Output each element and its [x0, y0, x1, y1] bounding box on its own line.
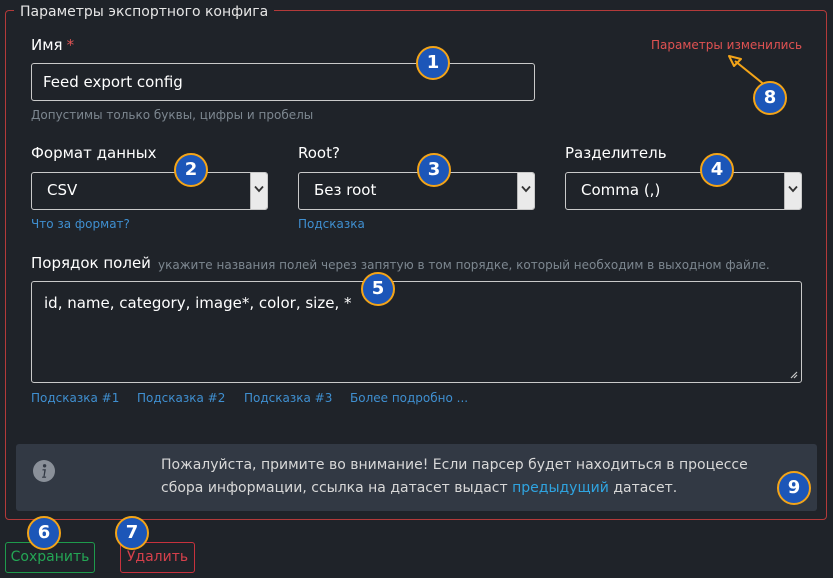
name-label-text: Имя	[31, 36, 63, 54]
required-mark: *	[66, 36, 75, 54]
badge-5: 5	[361, 272, 395, 306]
previous-dataset-link[interactable]: предыдущий	[512, 480, 609, 496]
chevron-down-icon	[254, 185, 264, 193]
fields-order-hint: укажите названия полей через запятую в т…	[158, 258, 770, 272]
export-config-page: Параметры экспортного конфига Параметры …	[0, 0, 833, 578]
format-select[interactable]: CSV	[31, 172, 268, 210]
fields-order-value: id, name, category, image*, color, size,…	[44, 294, 352, 312]
badge-2: 2	[174, 153, 208, 187]
root-selected: Без root	[314, 181, 377, 199]
notice-message: Пожалуйста, примите во внимание! Если па…	[161, 454, 791, 500]
info-notice: Пожалуйста, примите во внимание! Если па…	[16, 444, 817, 511]
badge-9: 9	[777, 471, 811, 505]
name-input[interactable]: Feed export config	[31, 63, 535, 101]
badge-7: 7	[115, 516, 149, 550]
hint-link-3[interactable]: Подсказка #3	[244, 391, 332, 405]
chevron-down-icon	[788, 185, 798, 193]
resize-grip-icon[interactable]	[789, 370, 798, 379]
fieldset-legend: Параметры экспортного конфига	[14, 3, 275, 21]
separator-selected: Comma (,)	[581, 181, 661, 199]
changed-notice: Параметры изменились	[651, 38, 803, 52]
name-help: Допустимы только буквы, цифры и пробелы	[31, 108, 314, 122]
info-icon	[33, 460, 55, 482]
hint-link-2[interactable]: Подсказка #2	[137, 391, 225, 405]
fields-order-label: Порядок полей	[31, 254, 151, 272]
chevron-down-icon	[521, 185, 531, 193]
notice-text-after: датасет.	[613, 480, 678, 496]
badge-8: 8	[753, 81, 787, 115]
badge-3: 3	[417, 153, 451, 187]
root-select[interactable]: Без root	[298, 172, 535, 210]
root-label: Root?	[298, 144, 340, 162]
hint-link-1[interactable]: Подсказка #1	[31, 391, 119, 405]
badge-6: 6	[27, 516, 61, 550]
separator-select[interactable]: Comma (,)	[565, 172, 802, 210]
badge-4: 4	[700, 153, 734, 187]
root-select-arrow[interactable]	[517, 173, 534, 209]
format-selected: CSV	[47, 181, 78, 199]
badge-1: 1	[416, 46, 450, 80]
root-help-link[interactable]: Подсказка	[298, 217, 365, 231]
format-help-link[interactable]: Что за формат?	[31, 217, 130, 231]
separator-select-arrow[interactable]	[784, 173, 801, 209]
hint-link-more[interactable]: Более подробно ...	[350, 391, 468, 405]
name-label: Имя *	[31, 36, 74, 54]
format-label: Формат данных	[31, 144, 157, 162]
format-select-arrow[interactable]	[250, 173, 267, 209]
separator-label: Разделитель	[565, 144, 667, 162]
fields-order-textarea[interactable]: id, name, category, image*, color, size,…	[31, 281, 802, 383]
